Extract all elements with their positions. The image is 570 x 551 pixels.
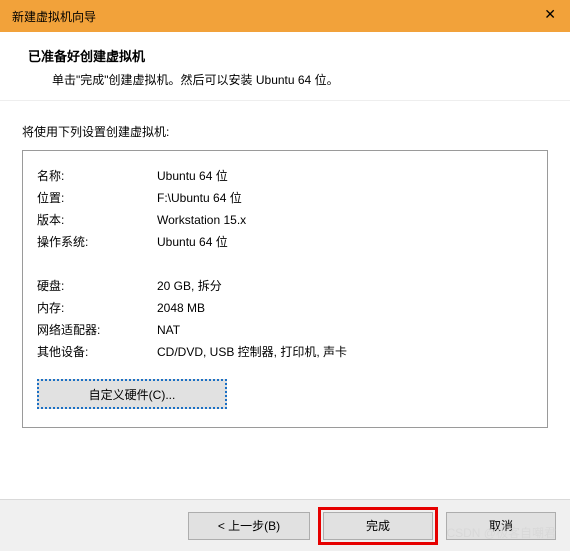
back-button[interactable]: < 上一步(B) bbox=[188, 512, 310, 540]
window-title: 新建虚拟机向导 bbox=[12, 8, 96, 25]
value-memory: 2048 MB bbox=[157, 297, 533, 319]
value-version: Workstation 15.x bbox=[157, 209, 533, 231]
settings-panel: 名称: Ubuntu 64 位 位置: F:\Ubuntu 64 位 版本: W… bbox=[22, 150, 548, 428]
label-other: 其他设备: bbox=[37, 341, 157, 363]
label-os: 操作系统: bbox=[37, 231, 157, 253]
value-network: NAT bbox=[157, 319, 533, 341]
value-name: Ubuntu 64 位 bbox=[157, 165, 533, 187]
customize-hardware-button[interactable]: 自定义硬件(C)... bbox=[37, 379, 227, 409]
wizard-footer: < 上一步(B) 完成 取消 bbox=[0, 499, 570, 551]
value-location: F:\Ubuntu 64 位 bbox=[157, 187, 533, 209]
row-name: 名称: Ubuntu 64 位 bbox=[37, 165, 533, 187]
value-disk: 20 GB, 拆分 bbox=[157, 275, 533, 297]
spacer bbox=[37, 253, 533, 275]
row-version: 版本: Workstation 15.x bbox=[37, 209, 533, 231]
label-network: 网络适配器: bbox=[37, 319, 157, 341]
row-other: 其他设备: CD/DVD, USB 控制器, 打印机, 声卡 bbox=[37, 341, 533, 363]
label-memory: 内存: bbox=[37, 297, 157, 319]
wizard-body: 将使用下列设置创建虚拟机: 名称: Ubuntu 64 位 位置: F:\Ubu… bbox=[0, 101, 570, 428]
value-os: Ubuntu 64 位 bbox=[157, 231, 533, 253]
label-version: 版本: bbox=[37, 209, 157, 231]
finish-button[interactable]: 完成 bbox=[323, 512, 433, 540]
row-location: 位置: F:\Ubuntu 64 位 bbox=[37, 187, 533, 209]
label-location: 位置: bbox=[37, 187, 157, 209]
page-title: 已准备好创建虚拟机 bbox=[28, 46, 550, 65]
wizard-header: 已准备好创建虚拟机 单击"完成"创建虚拟机。然后可以安装 Ubuntu 64 位… bbox=[0, 32, 570, 101]
label-disk: 硬盘: bbox=[37, 275, 157, 297]
row-os: 操作系统: Ubuntu 64 位 bbox=[37, 231, 533, 253]
finish-highlight: 完成 bbox=[318, 507, 438, 545]
titlebar: 新建虚拟机向导 ✕ bbox=[0, 0, 570, 32]
cancel-button[interactable]: 取消 bbox=[446, 512, 556, 540]
row-network: 网络适配器: NAT bbox=[37, 319, 533, 341]
label-name: 名称: bbox=[37, 165, 157, 187]
row-disk: 硬盘: 20 GB, 拆分 bbox=[37, 275, 533, 297]
close-icon[interactable]: ✕ bbox=[544, 6, 556, 23]
row-memory: 内存: 2048 MB bbox=[37, 297, 533, 319]
page-subtext: 单击"完成"创建虚拟机。然后可以安装 Ubuntu 64 位。 bbox=[28, 71, 550, 88]
value-other: CD/DVD, USB 控制器, 打印机, 声卡 bbox=[157, 341, 533, 363]
intro-text: 将使用下列设置创建虚拟机: bbox=[22, 123, 548, 140]
